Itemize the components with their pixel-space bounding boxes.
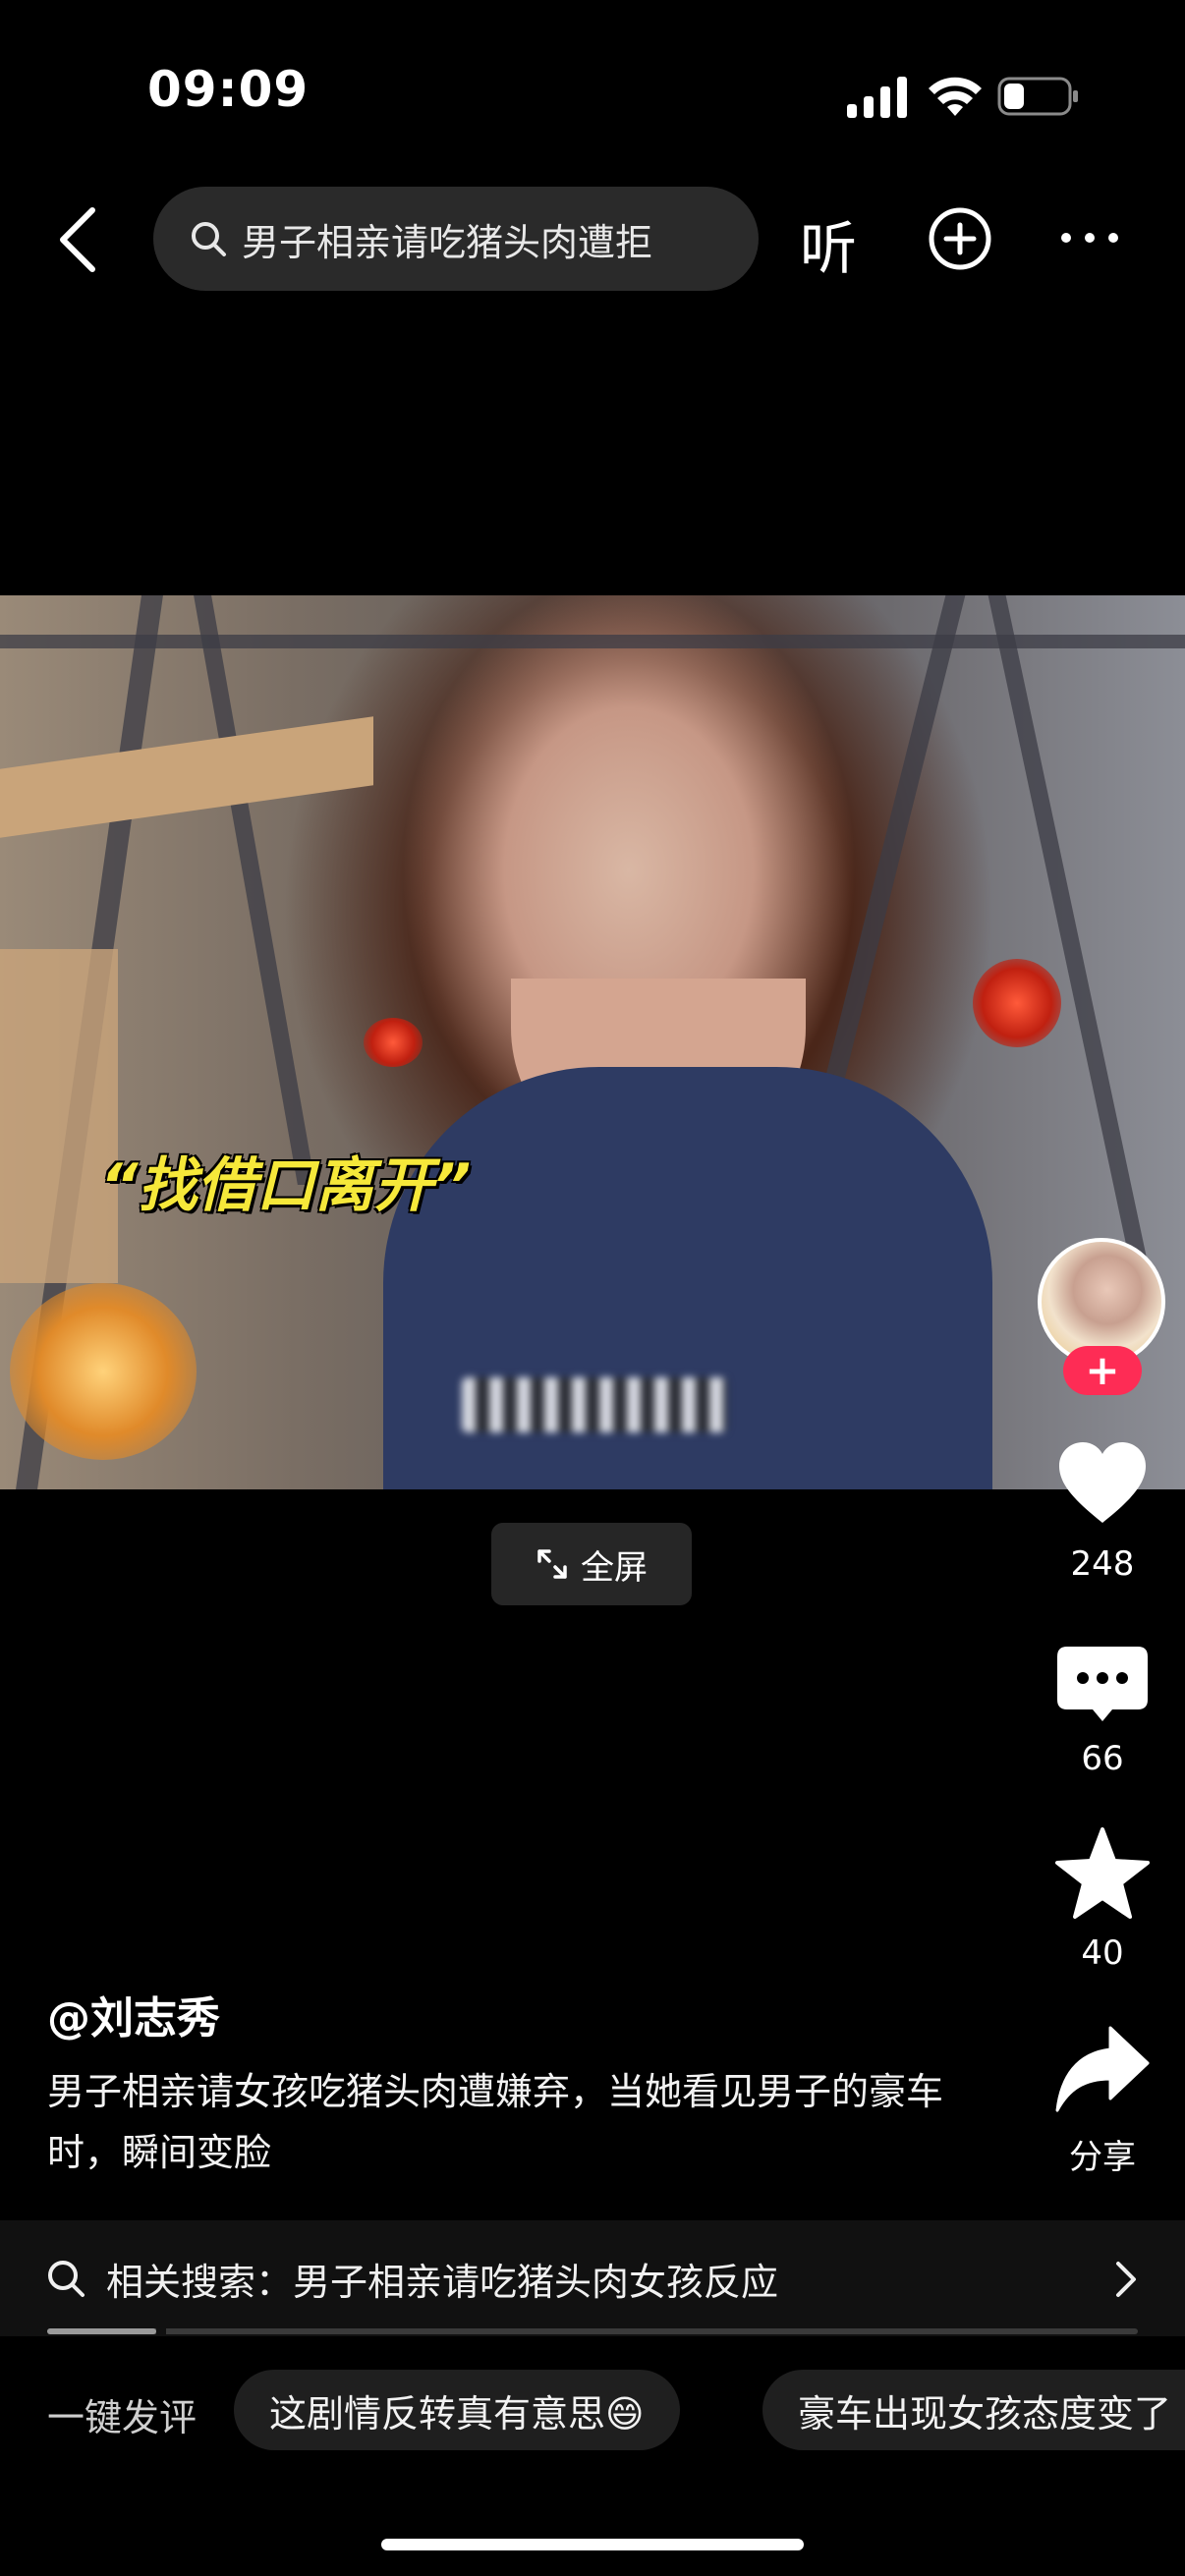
favorite-count: 40 bbox=[1081, 1933, 1124, 1973]
share-label: 分享 bbox=[1069, 2138, 1136, 2177]
wifi-icon bbox=[929, 77, 982, 116]
heart-icon[interactable] bbox=[1053, 1436, 1152, 1535]
status-time: 09:09 bbox=[147, 61, 310, 118]
follow-button[interactable]: + bbox=[1063, 1346, 1142, 1395]
signal-icon bbox=[847, 77, 907, 118]
video-progress-fill bbox=[47, 2328, 156, 2334]
quick-comment-chip[interactable]: 豪车出现女孩态度变了 bbox=[762, 2370, 1185, 2450]
star-icon[interactable] bbox=[1053, 1825, 1152, 1924]
add-icon[interactable] bbox=[928, 206, 992, 271]
like-count: 248 bbox=[1070, 1544, 1135, 1584]
video-caption: “找借口离开” bbox=[100, 1151, 472, 1220]
fullscreen-button[interactable]: 全屏 bbox=[491, 1523, 692, 1605]
quick-comment-chip[interactable]: 这剧情反转真有意思😄 bbox=[234, 2370, 680, 2450]
quick-comment-label: 一键发评 bbox=[47, 2396, 198, 2439]
blurred-subtitle bbox=[462, 1377, 727, 1432]
search-query-text: 男子相亲请吃猪头肉遭拒 bbox=[242, 220, 653, 264]
more-icon[interactable] bbox=[1057, 218, 1122, 257]
battery-icon bbox=[997, 77, 1078, 116]
video-description: 男子相亲请女孩吃猪头肉遭嫌弃，当她看见男子的豪车时，瞬间变脸 bbox=[47, 2070, 944, 2174]
comment-icon[interactable] bbox=[1053, 1639, 1152, 1737]
listen-button[interactable]: 听 bbox=[800, 202, 857, 285]
related-search-bar[interactable]: 相关搜索：男子相亲请吃猪头肉女孩反应 bbox=[0, 2220, 1185, 2336]
search-icon bbox=[48, 2261, 85, 2297]
comment-count: 66 bbox=[1081, 1739, 1124, 1778]
search-bar[interactable]: 男子相亲请吃猪头肉遭拒 bbox=[153, 187, 759, 291]
expand-icon bbox=[537, 1549, 567, 1579]
chevron-right-icon bbox=[1116, 2262, 1136, 2297]
video-progress-handle[interactable] bbox=[156, 2326, 166, 2336]
author-name[interactable]: @刘志秀 bbox=[47, 1983, 220, 2045]
related-search-text: 相关搜索：男子相亲请吃猪头肉女孩反应 bbox=[106, 2260, 779, 2304]
video-player[interactable]: “找借口离开” bbox=[0, 595, 1185, 1489]
fullscreen-label: 全屏 bbox=[581, 1547, 648, 1588]
share-icon[interactable] bbox=[1053, 2020, 1152, 2118]
search-icon bbox=[192, 222, 226, 256]
video-progress-track[interactable] bbox=[47, 2328, 1138, 2334]
back-button[interactable] bbox=[51, 202, 106, 277]
home-indicator[interactable] bbox=[381, 2539, 804, 2550]
